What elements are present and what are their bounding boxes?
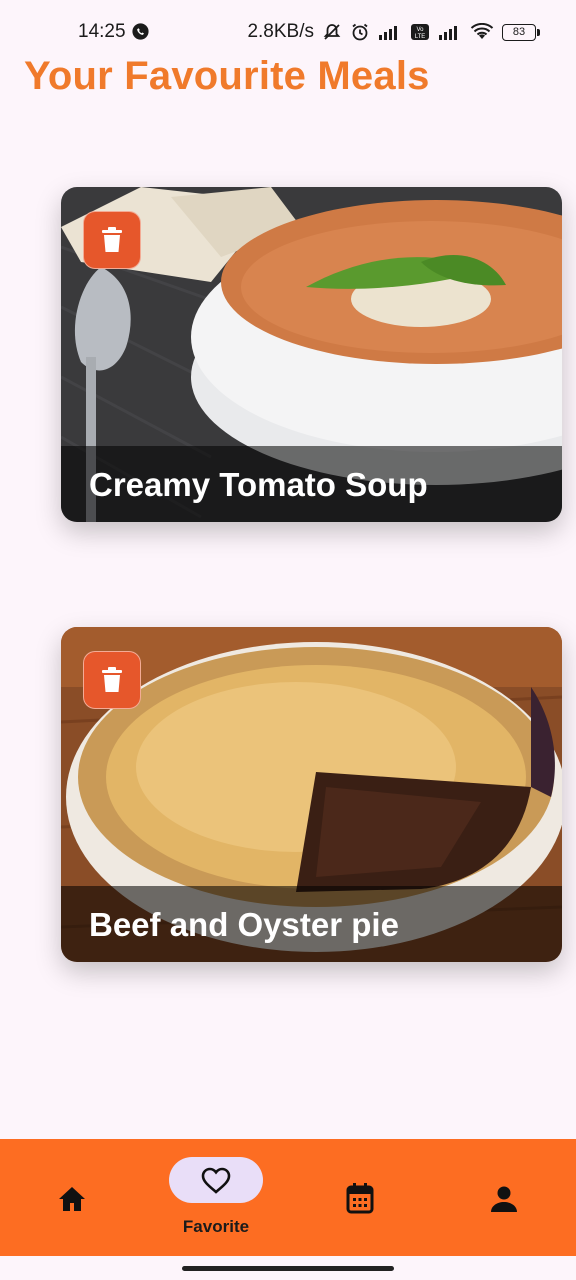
- meal-name: Creamy Tomato Soup: [89, 466, 428, 503]
- network-speed: 2.8KB/s: [247, 21, 314, 42]
- alarm-icon: [350, 22, 370, 42]
- nav-home[interactable]: [12, 1139, 132, 1256]
- trash-icon: [102, 227, 122, 252]
- meal-card[interactable]: Creamy Tomato Soup: [61, 187, 562, 522]
- bottom-nav: Favorite: [0, 1139, 576, 1256]
- nav-favorite[interactable]: Favorite: [156, 1139, 276, 1256]
- page-title: Your Favourite Meals: [24, 54, 430, 98]
- whatsapp-icon: [131, 22, 150, 47]
- meal-caption-bar: Creamy Tomato Soup: [61, 446, 562, 522]
- svg-text:Vo: Vo: [416, 27, 424, 33]
- battery-icon: 83: [502, 23, 540, 41]
- meal-card[interactable]: Beef and Oyster pie: [61, 627, 562, 962]
- signal-icon: [438, 24, 462, 40]
- gesture-area: [0, 1256, 576, 1280]
- volte-icon: Vo LTE: [410, 23, 430, 41]
- status-icons: 2.8KB/s Vo LTE 83: [247, 21, 540, 43]
- home-icon: [59, 1187, 85, 1211]
- status-bar: 14:25 2.8KB/s Vo LTE 83: [0, 0, 576, 62]
- meal-caption-bar: Beef and Oyster pie: [61, 886, 562, 962]
- heart-icon: [201, 1167, 231, 1194]
- delete-button[interactable]: [83, 211, 141, 269]
- delete-button[interactable]: [83, 651, 141, 709]
- person-icon: [491, 1186, 517, 1212]
- signal-icon: [378, 24, 402, 40]
- calendar-icon: [346, 1183, 374, 1214]
- mute-icon: [322, 22, 342, 42]
- nav-calendar[interactable]: [300, 1139, 420, 1256]
- wifi-icon: [470, 23, 494, 41]
- meal-name: Beef and Oyster pie: [89, 906, 399, 943]
- trash-icon: [102, 667, 122, 692]
- nav-favorite-label: Favorite: [182, 1217, 250, 1236]
- nav-profile[interactable]: [444, 1139, 564, 1256]
- svg-text:LTE: LTE: [415, 34, 426, 40]
- status-time: 14:25: [78, 21, 126, 42]
- home-gesture-bar[interactable]: [182, 1266, 394, 1271]
